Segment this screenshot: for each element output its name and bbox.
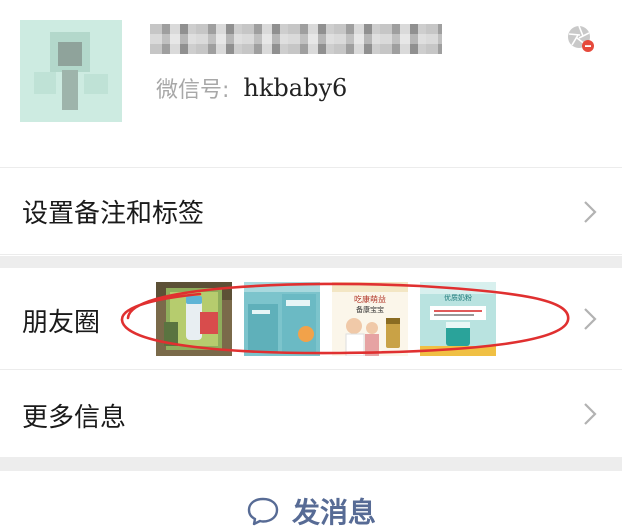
- chevron-right-icon: [584, 308, 597, 330]
- chevron-right-icon: [584, 403, 597, 425]
- send-message-button[interactable]: 发消息: [246, 491, 376, 530]
- avatar-pixel: [34, 72, 56, 94]
- chat-bubble-icon: [247, 497, 279, 526]
- more-info-label: 更多信息: [22, 403, 127, 433]
- profile-header: 微信号: hkbaby6: [0, 0, 622, 168]
- moments-thumbnail-teal-box[interactable]: [244, 282, 320, 356]
- moments-row[interactable]: 朋友圈 吃康萌益 备康宝宝 优质奶粉: [0, 268, 622, 370]
- nickname-blurred: [150, 24, 442, 54]
- contact-profile-screen: 微信号: hkbaby6 设置备注和标签 朋友圈 吃康萌益 备康宝宝 优质奶粉 …: [0, 0, 622, 530]
- more-info-row[interactable]: 更多信息: [0, 371, 622, 457]
- moments-thumbnails: 吃康萌益 备康宝宝 优质奶粉: [156, 282, 496, 356]
- chevron-right-icon: [584, 201, 597, 223]
- avatar[interactable]: [20, 20, 122, 122]
- thumb4-headline: 优质奶粉: [444, 293, 472, 302]
- moments-thumbnail-teal-promo[interactable]: 优质奶粉: [420, 282, 496, 356]
- avatar-pixel: [84, 74, 108, 94]
- wechat-id-value: hkbaby6: [243, 74, 348, 102]
- send-message-bar: 发消息: [0, 471, 622, 530]
- remark-and-tags-label: 设置备注和标签: [22, 199, 205, 229]
- wechat-id-row: 微信号: hkbaby6: [156, 72, 347, 104]
- thumb3-headline: 吃康萌益: [354, 294, 386, 304]
- avatar-pixel: [58, 42, 82, 66]
- moments-label: 朋友圈: [22, 308, 101, 338]
- section-gap: [0, 457, 622, 471]
- moments-thumbnail-family-ad[interactable]: 吃康萌益 备康宝宝: [332, 282, 408, 356]
- send-message-label: 发消息: [292, 496, 377, 529]
- thumb3-subheadline: 备康宝宝: [356, 305, 384, 314]
- section-gap: [0, 256, 622, 268]
- aperture-icon[interactable]: [566, 24, 596, 54]
- avatar-pixel: [62, 70, 78, 110]
- remark-and-tags-row[interactable]: 设置备注和标签: [0, 169, 622, 255]
- wechat-id-label: 微信号:: [156, 78, 230, 103]
- moments-thumbnail-baby-bottle[interactable]: [156, 282, 232, 356]
